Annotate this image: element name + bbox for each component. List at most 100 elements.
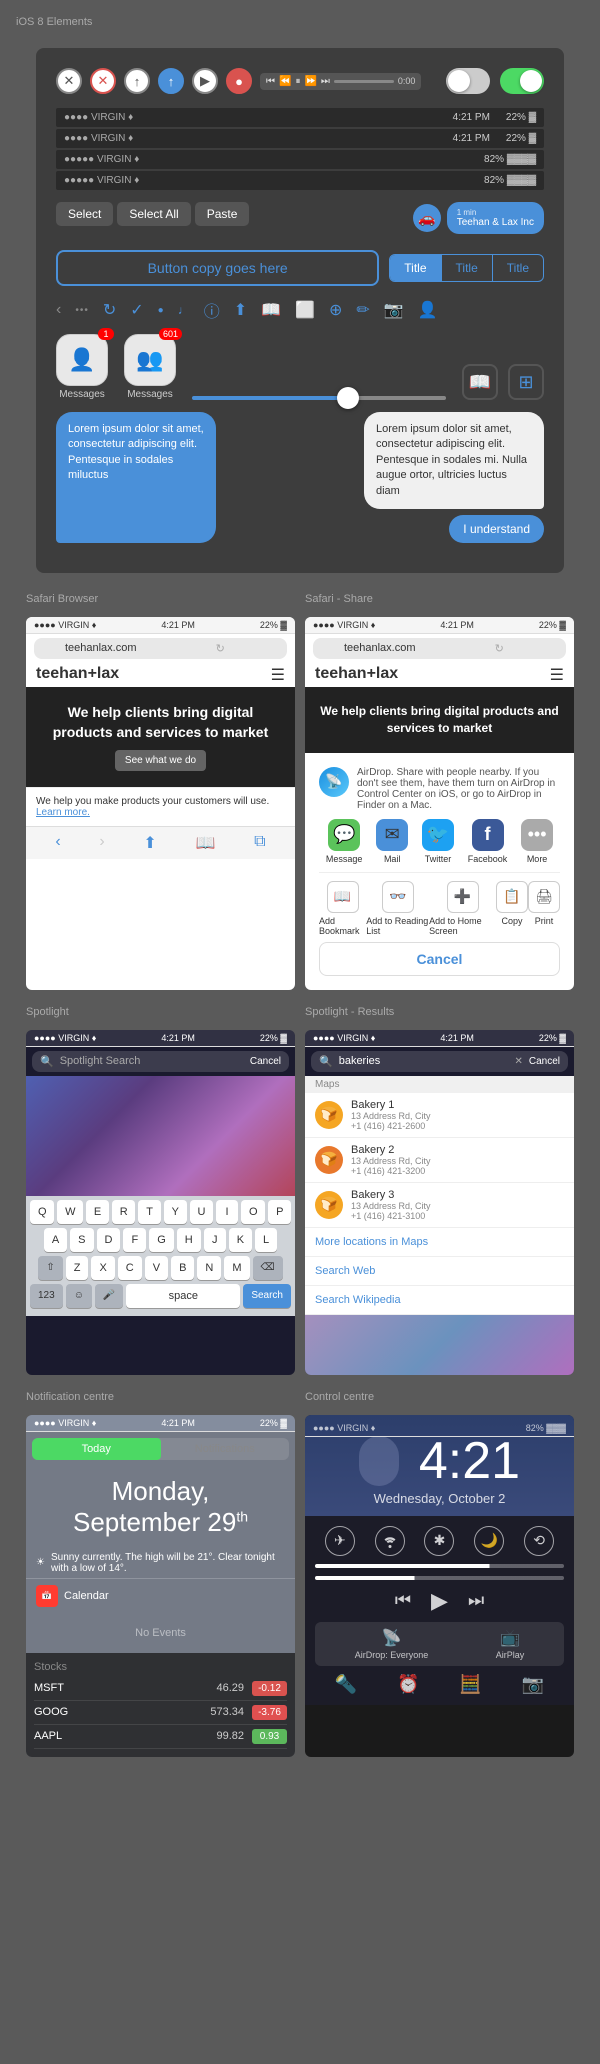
next-icon[interactable]: ⏩ <box>304 76 316 87</box>
open-book-icon[interactable]: 📖 <box>462 364 498 400</box>
close-button[interactable]: ✕ <box>56 68 82 94</box>
up-arrow-blue-button[interactable]: ↑ <box>158 68 184 94</box>
slider-thumb[interactable] <box>337 387 359 409</box>
search-web-option[interactable]: Search Web <box>305 1257 574 1286</box>
airdrop-toggle[interactable]: 📡 AirDrop: Everyone <box>355 1628 429 1660</box>
spotlight-cancel-btn[interactable]: Cancel <box>250 1056 281 1067</box>
stock-msft[interactable]: MSFT 46.29 -0.12 <box>34 1677 287 1701</box>
understand-button[interactable]: I understand <box>449 515 544 543</box>
edit-icon[interactable]: ✏ <box>356 300 369 320</box>
stock-aapl[interactable]: AAPL 99.82 0.93 <box>34 1725 287 1749</box>
key-q[interactable]: Q <box>30 1200 54 1224</box>
safari-back-icon[interactable]: ‹ <box>55 833 60 853</box>
toggle-on[interactable] <box>500 68 544 94</box>
prev-prev-icon[interactable]: ⏮ <box>266 76 275 87</box>
key-c[interactable]: C <box>118 1256 142 1280</box>
person-icon[interactable]: 👤 <box>418 300 438 320</box>
key-x[interactable]: X <box>91 1256 114 1280</box>
notifications-tab[interactable]: Notifications <box>161 1438 290 1460</box>
square-icon[interactable]: ⬜ <box>295 300 315 320</box>
learn-more-link[interactable]: Learn more. <box>36 807 90 818</box>
seg-btn-2[interactable]: Title <box>442 255 493 281</box>
next-track-icon[interactable]: ⏭ <box>468 1590 484 1611</box>
stock-goog[interactable]: GOOG 573.34 -3.76 <box>34 1701 287 1725</box>
share-app-message[interactable]: 💬 Message <box>326 819 363 864</box>
key-o[interactable]: O <box>241 1200 265 1224</box>
safari-url-bar[interactable]: teehanlax.com ↻ <box>34 638 287 659</box>
add-icon[interactable]: ⊕ <box>329 300 342 320</box>
reload-icon-2[interactable]: ↻ <box>443 642 557 655</box>
today-tab[interactable]: Today <box>32 1438 161 1460</box>
toggle-off[interactable] <box>446 68 490 94</box>
checkmark-icon[interactable]: ✓ <box>130 300 143 320</box>
prev-icon[interactable]: ⏪ <box>279 76 291 87</box>
key-b[interactable]: B <box>171 1256 194 1280</box>
reading-list-action[interactable]: 👓 Add to Reading List <box>366 881 429 936</box>
key-s[interactable]: S <box>70 1228 93 1252</box>
key-i[interactable]: I <box>216 1200 238 1224</box>
refresh-icon[interactable]: ↻ <box>103 300 116 320</box>
see-what-button[interactable]: See what we do <box>115 750 206 771</box>
share-app-twitter[interactable]: 🐦 Twitter <box>422 819 454 864</box>
result-bakery-3[interactable]: 🍞 Bakery 3 13 Address Rd, City +1 (416) … <box>305 1183 574 1228</box>
key-t[interactable]: T <box>138 1200 160 1224</box>
prev-track-icon[interactable]: ⏮ <box>395 1590 411 1611</box>
camera-icon[interactable]: 📷 <box>384 300 404 320</box>
key-e[interactable]: E <box>86 1200 109 1224</box>
key-n[interactable]: N <box>197 1256 221 1280</box>
messages-app-icon-2[interactable]: 👥 <box>124 334 176 386</box>
next-next-icon[interactable]: ⏭ <box>321 76 330 87</box>
clear-icon[interactable]: ✕ <box>514 1056 522 1067</box>
home-screen-action[interactable]: ➕ Add to Home Screen <box>429 881 496 936</box>
key-123[interactable]: 123 <box>30 1284 63 1308</box>
key-j[interactable]: J <box>204 1228 226 1252</box>
key-y[interactable]: Y <box>164 1200 187 1224</box>
spotlight-results-search-bar[interactable]: 🔍 bakeries ✕ Cancel <box>311 1051 568 1072</box>
copy-action[interactable]: 📋 Copy <box>496 881 528 936</box>
hamburger-icon[interactable]: ☰ <box>271 665 285 685</box>
airplane-mode-icon[interactable]: ✈ <box>325 1526 355 1556</box>
safari-tabs-icon[interactable]: ⧉ <box>254 833 265 853</box>
bookmark-icon[interactable]: 📖 <box>261 300 281 320</box>
share-app-facebook[interactable]: f Facebook <box>468 819 508 864</box>
key-m[interactable]: M <box>224 1256 249 1280</box>
key-u[interactable]: U <box>190 1200 213 1224</box>
add-bookmark-action[interactable]: 📖 Add Bookmark <box>319 881 366 936</box>
result-bakery-2[interactable]: 🍞 Bakery 2 13 Address Rd, City +1 (416) … <box>305 1138 574 1183</box>
camera-bottom-icon[interactable]: 📷 <box>522 1674 544 1695</box>
close-red-button[interactable]: ✕ <box>90 68 116 94</box>
safari-share-icon[interactable]: ⬆ <box>143 833 156 853</box>
key-mic[interactable]: 🎤 <box>95 1284 123 1308</box>
rotation-lock-icon[interactable]: ⟲ <box>524 1526 554 1556</box>
key-p[interactable]: P <box>268 1200 291 1224</box>
key-k[interactable]: K <box>229 1228 252 1252</box>
safari-share-url-bar[interactable]: teehanlax.com ↻ <box>313 638 566 659</box>
messages-app-icon-1[interactable]: 👤 <box>56 334 108 386</box>
up-arrow-button[interactable]: ↑ <box>124 68 150 94</box>
spotlight-search-bar[interactable]: 🔍 Spotlight Search Cancel <box>32 1051 289 1072</box>
airplay-toggle[interactable]: 📺 AirPlay <box>496 1628 525 1660</box>
key-f[interactable]: F <box>123 1228 146 1252</box>
record-button[interactable]: ● <box>226 68 252 94</box>
key-space[interactable]: space <box>126 1284 240 1308</box>
volume-slider[interactable] <box>315 1576 564 1580</box>
key-shift[interactable]: ⇧ <box>38 1256 62 1280</box>
upload-icon[interactable]: ⬆ <box>234 300 247 320</box>
play-pause-icon[interactable]: ▶ <box>431 1588 448 1614</box>
seg-btn-3[interactable]: Title <box>493 255 543 281</box>
key-search[interactable]: Search <box>243 1284 291 1308</box>
clock-icon[interactable]: ⏰ <box>397 1674 419 1695</box>
key-z[interactable]: Z <box>66 1256 89 1280</box>
key-h[interactable]: H <box>177 1228 201 1252</box>
button-copy[interactable]: Button copy goes here <box>56 250 379 286</box>
wifi-toggle-icon[interactable] <box>375 1526 405 1556</box>
key-a[interactable]: A <box>44 1228 67 1252</box>
select-button[interactable]: Select <box>56 202 113 226</box>
key-delete[interactable]: ⌫ <box>253 1256 283 1280</box>
share-app-mail[interactable]: ✉ Mail <box>376 819 408 864</box>
pause-icon[interactable]: ⏸ <box>295 76 300 87</box>
play-button[interactable]: ▶ <box>192 68 218 94</box>
key-d[interactable]: D <box>97 1228 121 1252</box>
add-square-icon[interactable]: ⊞ <box>508 364 544 400</box>
share-app-more[interactable]: ••• More <box>521 819 553 864</box>
